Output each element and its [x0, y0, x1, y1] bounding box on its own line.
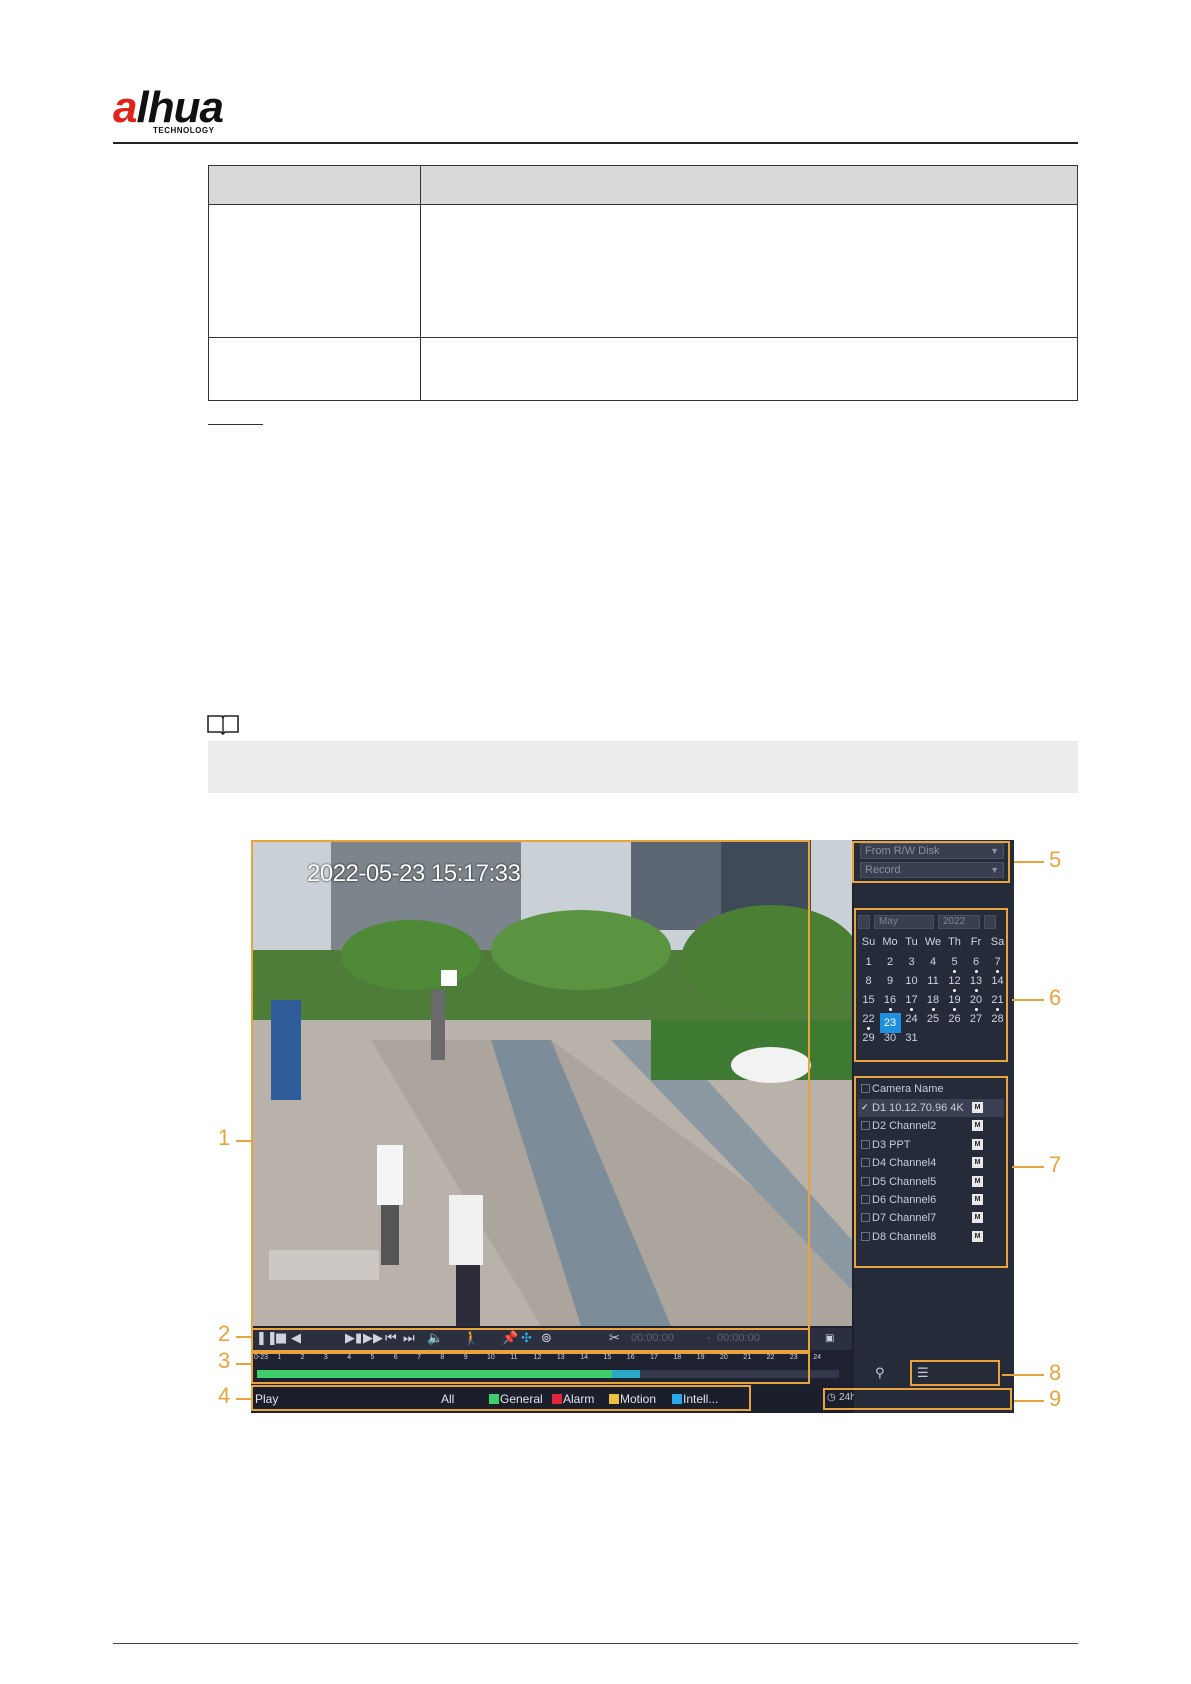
table-header-row — [209, 166, 1077, 205]
callout-6: 6 — [1049, 985, 1062, 1010]
callout-8: 8 — [1049, 1360, 1062, 1385]
dahua-logo: alhua TECHNOLOGY — [113, 86, 273, 136]
callout-line-1 — [236, 1140, 251, 1142]
logo-subtitle: TECHNOLOGY — [153, 126, 215, 135]
header-rule — [113, 142, 1078, 144]
note-box — [208, 741, 1078, 793]
logo-wordmark: alhua — [113, 83, 224, 132]
callout-line-7 — [1012, 1166, 1044, 1168]
callout-line-9 — [1014, 1400, 1044, 1402]
callout-box-5 — [852, 841, 1010, 883]
callout-line-3 — [236, 1363, 251, 1365]
parameter-table — [208, 165, 1078, 401]
table-column-divider — [420, 166, 421, 400]
callout-box-4 — [251, 1385, 751, 1411]
callout-box-2 — [251, 1328, 810, 1352]
callout-box-6 — [854, 908, 1008, 1062]
callout-9: 9 — [1049, 1386, 1062, 1411]
callout-box-7 — [854, 1076, 1008, 1268]
callout-3: 3 — [218, 1348, 231, 1373]
callout-2: 2 — [218, 1321, 231, 1346]
footer-rule — [113, 1643, 1078, 1644]
callout-box-1 — [251, 840, 810, 1330]
callout-line-5 — [1014, 861, 1044, 863]
callout-box-8 — [910, 1360, 1000, 1386]
callout-7: 7 — [1049, 1152, 1062, 1177]
callout-5: 5 — [1049, 847, 1062, 872]
callout-4: 4 — [218, 1383, 231, 1408]
note-book-icon — [207, 715, 239, 735]
timeline-hour-label: 24 — [813, 1354, 821, 1361]
playback-screenshot: 2022-05-23 15:17:33 ❚❚ ■ ◀ ▶▮ ▶▶ ⏮ ⏭ 🔈 🚶… — [251, 840, 1014, 1413]
smart-search-button-icon[interactable]: ⚲ — [875, 1366, 885, 1381]
save-clip-icon[interactable]: ▣ — [825, 1330, 834, 1348]
callout-line-8 — [1002, 1374, 1044, 1376]
table-row-divider — [209, 337, 1077, 338]
callout-1: 1 — [218, 1125, 231, 1150]
note-underline — [208, 424, 263, 425]
callout-line-2 — [236, 1336, 251, 1338]
callout-box-3 — [251, 1352, 810, 1384]
callout-line-4 — [236, 1398, 251, 1400]
callout-box-9 — [823, 1388, 1012, 1410]
callout-line-6 — [1012, 999, 1044, 1001]
